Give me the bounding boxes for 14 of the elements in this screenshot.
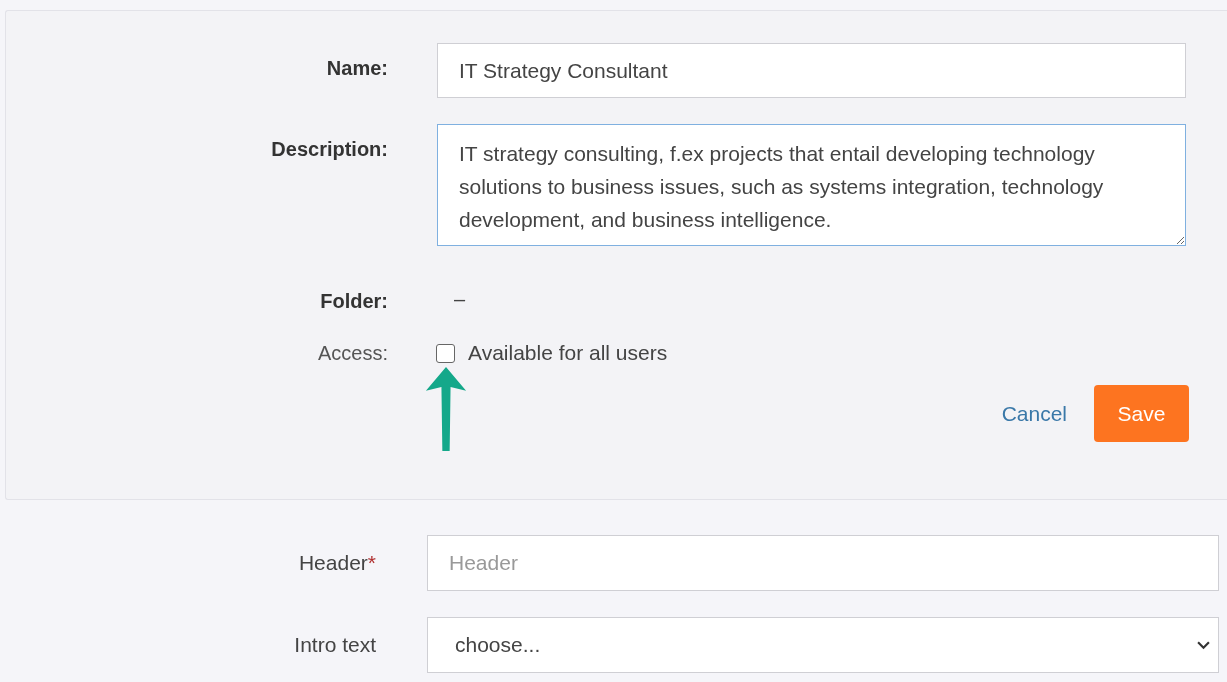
field-label: Description: [270,137,388,161]
checkbox-label: Available for all users [468,341,668,365]
header-field[interactable]: Header [427,535,1219,591]
required-mark: * [367,551,376,574]
intro-text-dropdown[interactable]: choose... [427,617,1219,673]
field-label: Header [298,551,368,574]
folder-value: – [454,287,466,311]
field-label: Folder: [319,289,388,313]
field-label: Intro text [294,633,376,656]
field-label: Name: [325,56,388,80]
description-field[interactable]: IT strategy consulting, f.ex projects that entail developing technology solutions to business issues, such as systems integration, technology development, and business intelligence. [437,124,1186,246]
field-label: Access: [316,341,388,365]
name-field[interactable]: IT Strategy Consultant [437,43,1186,98]
cancel-link[interactable]: Cancel [1001,401,1067,426]
